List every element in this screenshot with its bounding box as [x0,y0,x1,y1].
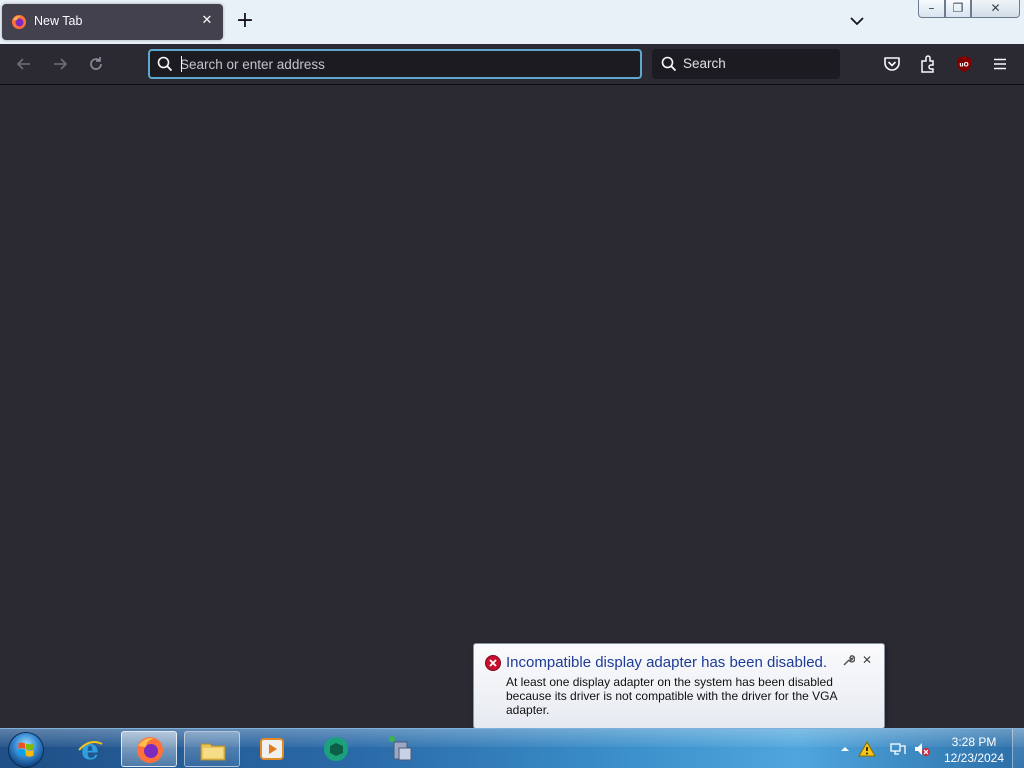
maximize-icon: ❐ [952,1,964,15]
chevron-down-icon[interactable] [848,12,866,30]
extensions-icon[interactable] [918,54,938,74]
minimize-icon: – [928,1,935,15]
arrow-right-icon[interactable] [50,54,70,74]
tab-strip: New Tab ✕ + [0,0,1024,44]
tab-close-icon[interactable]: ✕ [199,13,215,29]
browser-app-icon [324,737,348,761]
search-bar[interactable]: Search [652,49,840,79]
reload-icon[interactable] [86,54,106,74]
network-app-icon [389,736,412,761]
clock-date: 12/23/2024 [943,751,1005,765]
volume-muted-icon[interactable] [913,740,931,758]
svg-text:e: e [81,734,99,764]
menu-icon[interactable] [990,54,1010,74]
internet-explorer-icon: e [78,734,103,764]
close-icon: ✕ [990,1,1001,15]
windows-start-orb-icon[interactable] [8,732,44,768]
notification-close-button[interactable]: ✕ [860,653,874,667]
system-clock[interactable]: 3:28 PM 12/23/2024 [938,734,1010,766]
ublock-origin-icon[interactable]: uO [954,54,974,74]
page-content[interactable] [0,86,1024,728]
taskbar-network-app[interactable] [372,731,428,767]
taskbar-browser-app[interactable] [308,731,364,767]
warning-icon[interactable] [858,740,876,758]
firefox-icon [12,15,26,29]
media-player-icon [260,738,284,760]
svg-text:uO: uO [959,62,968,69]
notification-title: Incompatible display adapter has been di… [506,654,828,671]
search-icon [661,56,677,72]
taskbar-firefox[interactable] [121,731,177,767]
restore-button[interactable]: ❐ [945,0,971,18]
text-caret [181,56,182,72]
search-placeholder: Search [683,56,726,71]
tab-title: New Tab [34,14,83,28]
show-desktop-button[interactable] [1012,729,1024,768]
error-icon [485,655,501,671]
address-input[interactable] [180,54,630,74]
taskbar-media-player[interactable] [244,731,300,767]
network-icon[interactable] [889,740,907,758]
taskbar-internet-explorer[interactable]: e [62,731,118,767]
windows-logo-icon [18,742,34,757]
new-tab-button[interactable]: + [234,10,256,32]
tab-new-tab[interactable]: New Tab ✕ [2,4,223,40]
taskbar-file-explorer[interactable] [184,731,240,767]
firefox-icon [137,737,163,763]
clock-time: 3:28 PM [951,735,997,749]
window-close-button[interactable]: ✕ [971,0,1020,18]
show-hidden-icons-icon[interactable] [836,740,854,758]
minimize-button[interactable]: – [918,0,945,18]
pocket-icon[interactable] [882,54,902,74]
wrench-icon[interactable] [841,654,855,668]
notification-body: At least one display adapter on the syst… [506,675,837,717]
navigation-toolbar: Search uO [0,44,1024,85]
arrow-left-icon[interactable] [14,54,34,74]
search-icon [157,56,173,72]
file-explorer-icon [200,743,226,761]
notification-balloon[interactable]: Incompatible display adapter has been di… [473,643,885,729]
address-bar[interactable] [148,49,642,79]
taskbar: e 3:28 PM 12/23/2024 [0,728,1024,768]
